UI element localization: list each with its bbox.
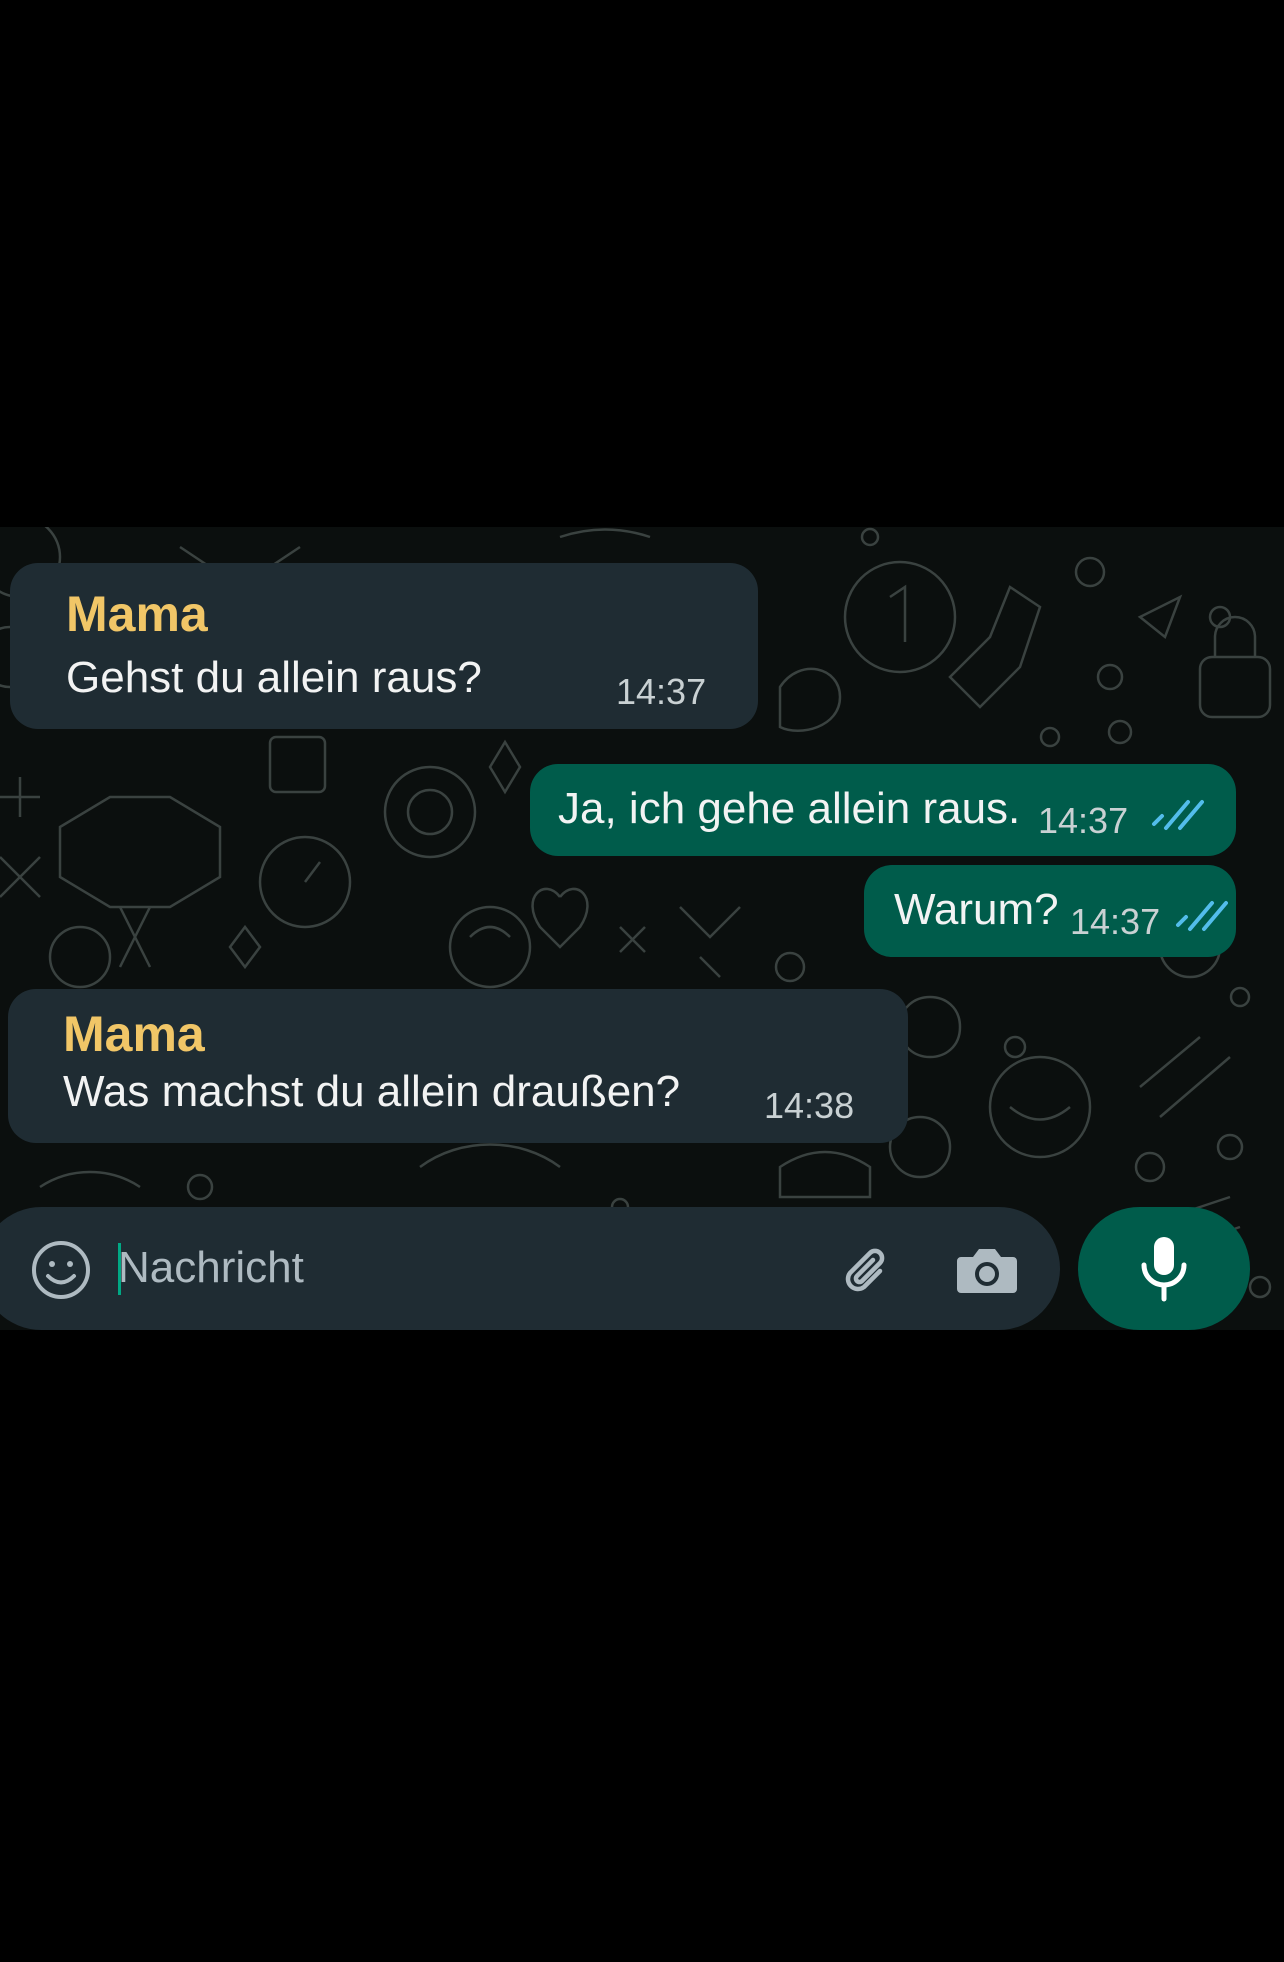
message-text: Was machst du allein draußen?	[63, 1067, 681, 1116]
message-text: Gehst du allein raus?	[66, 653, 482, 702]
message-input[interactable]	[118, 1233, 798, 1303]
message-time: 14:38	[764, 1085, 855, 1126]
sender-name: Mama	[63, 1006, 205, 1062]
text-cursor	[118, 1243, 121, 1295]
paperclip-icon[interactable]	[840, 1241, 896, 1297]
message-time: 14:37	[616, 671, 707, 712]
message-bubble-outgoing[interactable]: Warum? 14:37	[864, 865, 1236, 957]
sender-name: Mama	[66, 586, 208, 642]
message-time: 14:37	[1038, 800, 1129, 841]
message-bubble-incoming[interactable]: Mama Was machst du allein draußen? 14:38	[8, 989, 908, 1143]
voice-message-button[interactable]	[1078, 1207, 1250, 1330]
message-time: 14:37	[1070, 901, 1161, 942]
microphone-icon	[1141, 1237, 1187, 1302]
message-composer	[0, 1207, 1060, 1330]
smiley-icon[interactable]	[30, 1239, 92, 1301]
chat-view: Mama Gehst du allein raus? 14:37 Ja, ich…	[0, 527, 1284, 1330]
message-bubble-outgoing[interactable]: Ja, ich gehe allein raus. 14:37	[530, 764, 1236, 856]
camera-icon[interactable]	[955, 1243, 1019, 1297]
message-text: Warum?	[894, 885, 1059, 934]
read-receipt-icon	[1152, 800, 1204, 830]
message-bubble-incoming[interactable]: Mama Gehst du allein raus? 14:37	[10, 563, 758, 729]
message-text: Ja, ich gehe allein raus.	[558, 784, 1021, 833]
read-receipt-icon	[1176, 901, 1228, 931]
